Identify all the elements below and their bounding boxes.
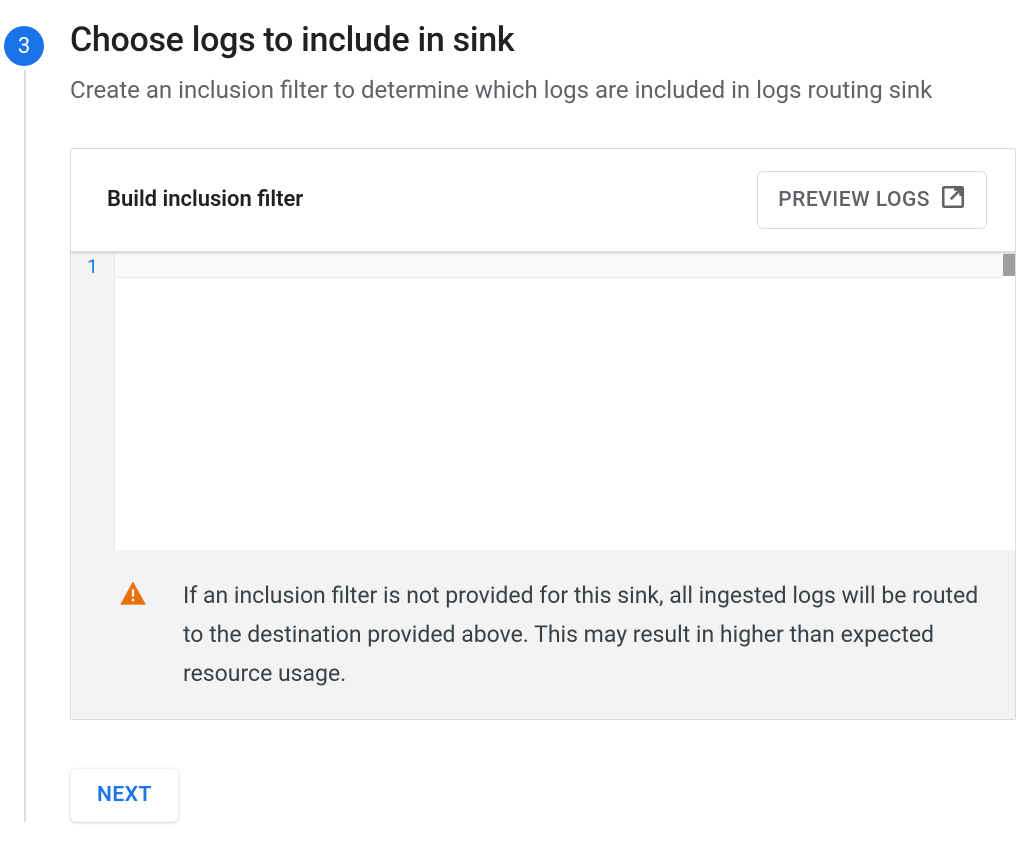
next-button-label: NEXT [97, 783, 152, 807]
step-description: Create an inclusion filter to determine … [70, 74, 1016, 108]
line-number: 1 [71, 255, 114, 279]
filter-code-editor: 1 [71, 252, 1015, 550]
step-title: Choose logs to include in sink [70, 20, 1016, 60]
step-number: 3 [18, 34, 30, 59]
filter-header: Build inclusion filter PREVIEW LOGS [71, 149, 1015, 252]
warning-icon [119, 580, 147, 610]
preview-logs-button[interactable]: PREVIEW LOGS [757, 171, 987, 229]
preview-logs-label: PREVIEW LOGS [778, 188, 930, 212]
warning-text: If an inclusion filter is not provided f… [183, 576, 983, 693]
step-number-badge: 3 [4, 26, 44, 66]
filter-editor-textarea[interactable] [115, 252, 1015, 550]
editor-gutter: 1 [71, 252, 115, 550]
open-in-new-icon [940, 184, 966, 216]
inclusion-filter-panel: Build inclusion filter PREVIEW LOGS [70, 148, 1016, 720]
filter-header-title: Build inclusion filter [107, 187, 303, 212]
step-connector-line [24, 70, 26, 822]
warning-panel: If an inclusion filter is not provided f… [71, 550, 1015, 719]
next-button[interactable]: NEXT [70, 768, 179, 822]
